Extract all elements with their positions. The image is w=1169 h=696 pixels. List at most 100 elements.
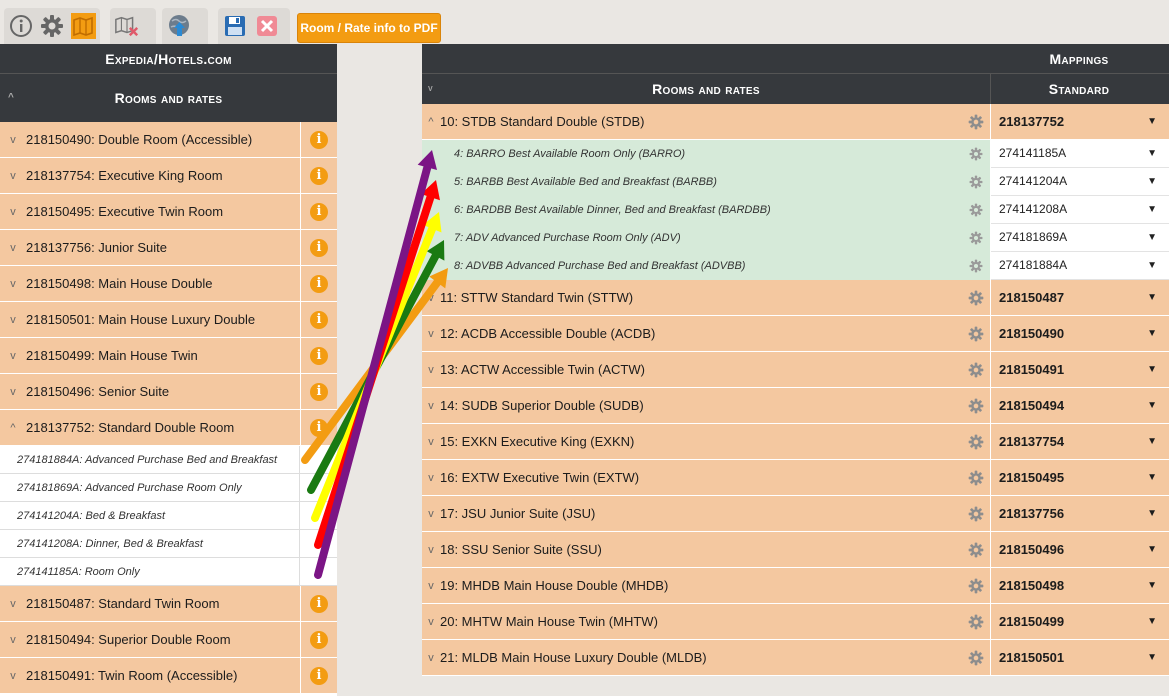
mapping-room-row[interactable]: v 21: MLDB Main House Luxury Double (MLDB… bbox=[422, 639, 1169, 676]
mapping-select[interactable]: 218137754 ▼ bbox=[991, 424, 1169, 460]
source-room-row[interactable]: ^ 218137752: Standard Double Room i bbox=[0, 409, 337, 446]
gear-icon[interactable] bbox=[962, 290, 990, 306]
chevron-down-icon[interactable]: v bbox=[422, 652, 440, 664]
dropdown-arrow-icon[interactable]: ▼ bbox=[1147, 116, 1157, 127]
chevron-down-icon[interactable]: v bbox=[0, 386, 26, 398]
mapping-room-row[interactable]: v 17: JSU Junior Suite (JSU) 218137756 ▼ bbox=[422, 495, 1169, 532]
rate-select[interactable]: 274181884A ▼ bbox=[991, 251, 1169, 280]
dropdown-arrow-icon[interactable]: ▼ bbox=[1147, 204, 1157, 215]
chevron-down-icon[interactable]: v bbox=[0, 670, 26, 682]
close-icon[interactable] bbox=[254, 13, 280, 39]
rate-select[interactable]: 274141204A ▼ bbox=[991, 167, 1169, 196]
chevron-down-icon[interactable]: v bbox=[0, 634, 26, 646]
dropdown-arrow-icon[interactable]: ▼ bbox=[1147, 652, 1157, 663]
dropdown-arrow-icon[interactable]: ▼ bbox=[1147, 580, 1157, 591]
dropdown-arrow-icon[interactable]: ▼ bbox=[1147, 148, 1157, 159]
source-rate-row[interactable]: 274181869A: Advanced Purchase Room Only bbox=[0, 473, 337, 502]
dropdown-arrow-icon[interactable]: ▼ bbox=[1147, 364, 1157, 375]
mapping-select[interactable]: 218150499 ▼ bbox=[991, 604, 1169, 640]
info-button[interactable]: i bbox=[300, 265, 337, 302]
info-icon[interactable] bbox=[8, 13, 33, 39]
mapping-select[interactable]: 218150496 ▼ bbox=[991, 532, 1169, 568]
dropdown-arrow-icon[interactable]: ▼ bbox=[1147, 436, 1157, 447]
chevron-down-icon[interactable]: v bbox=[0, 242, 26, 254]
source-room-row[interactable]: v 218150498: Main House Double i bbox=[0, 265, 337, 302]
chevron-down-icon[interactable]: v bbox=[0, 206, 26, 218]
mapping-select[interactable]: 218150494 ▼ bbox=[991, 388, 1169, 424]
save-icon[interactable] bbox=[222, 13, 248, 39]
source-room-row[interactable]: v 218150491: Twin Room (Accessible) i bbox=[0, 657, 337, 694]
map-icon[interactable] bbox=[70, 13, 96, 39]
mapping-rate-row[interactable]: 7: ADV Advanced Purchase Room Only (ADV)… bbox=[422, 223, 1169, 252]
room-rate-pdf-button[interactable]: Room / Rate info to PDF bbox=[297, 13, 441, 43]
info-button[interactable]: i bbox=[300, 229, 337, 266]
dropdown-arrow-icon[interactable]: ▼ bbox=[1147, 616, 1157, 627]
chevron-down-icon[interactable]: v bbox=[422, 616, 440, 628]
mapping-rate-row[interactable]: 6: BARDBB Best Available Dinner, Bed and… bbox=[422, 195, 1169, 224]
gear-icon[interactable] bbox=[962, 434, 990, 450]
chevron-down-icon[interactable]: v bbox=[0, 314, 26, 326]
dropdown-arrow-icon[interactable]: ▼ bbox=[1147, 472, 1157, 483]
chevron-down-icon[interactable]: v bbox=[422, 292, 440, 304]
info-button[interactable]: i bbox=[300, 337, 337, 374]
chevron-down-icon[interactable]: v bbox=[0, 134, 26, 146]
collapse-all-icon[interactable]: ^ bbox=[8, 74, 14, 122]
mapping-room-row[interactable]: v 14: SUDB Superior Double (SUDB) 21815049… bbox=[422, 387, 1169, 424]
chevron-down-icon[interactable]: v bbox=[0, 598, 26, 610]
chevron-down-icon[interactable]: v bbox=[422, 400, 440, 412]
mapping-room-row[interactable]: v 20: MHTW Main House Twin (MHTW) 21815049… bbox=[422, 603, 1169, 640]
source-room-row[interactable]: v 218137754: Executive King Room i bbox=[0, 157, 337, 194]
info-button[interactable]: i bbox=[300, 585, 337, 622]
mapping-room-row[interactable]: v 11: STTW Standard Twin (STTW) 218150487 ▼ bbox=[422, 279, 1169, 316]
chevron-down-icon[interactable]: v bbox=[0, 170, 26, 182]
mapping-room-row[interactable]: v 13: ACTW Accessible Twin (ACTW) 21815049… bbox=[422, 351, 1169, 388]
dropdown-arrow-icon[interactable]: ▼ bbox=[1147, 232, 1157, 243]
gear-icon[interactable] bbox=[962, 175, 990, 189]
mapping-select[interactable]: 218137752 ▼ bbox=[991, 104, 1169, 140]
gear-icon[interactable] bbox=[962, 114, 990, 130]
source-room-row[interactable]: v 218150499: Main House Twin i bbox=[0, 337, 337, 374]
dropdown-arrow-icon[interactable]: ▼ bbox=[1147, 260, 1157, 271]
chevron-up-icon[interactable]: ^ bbox=[0, 422, 26, 434]
source-room-row[interactable]: v 218150494: Superior Double Room i bbox=[0, 621, 337, 658]
dropdown-arrow-icon[interactable]: ▼ bbox=[1147, 400, 1157, 411]
source-rate-row[interactable]: 274141204A: Bed & Breakfast bbox=[0, 501, 337, 530]
mapping-room-row[interactable]: v 12: ACDB Accessible Double (ACDB) 218150… bbox=[422, 315, 1169, 352]
dropdown-arrow-icon[interactable]: ▼ bbox=[1147, 176, 1157, 187]
chevron-down-icon[interactable]: v bbox=[422, 436, 440, 448]
info-button[interactable]: i bbox=[300, 157, 337, 194]
gear-icon[interactable] bbox=[962, 231, 990, 245]
dropdown-arrow-icon[interactable]: ▼ bbox=[1147, 292, 1157, 303]
dropdown-arrow-icon[interactable]: ▼ bbox=[1147, 508, 1157, 519]
unmap-icon[interactable] bbox=[114, 13, 140, 39]
gear-icon[interactable] bbox=[962, 542, 990, 558]
source-room-row[interactable]: v 218150495: Executive Twin Room i bbox=[0, 193, 337, 230]
chevron-down-icon[interactable]: v bbox=[422, 544, 440, 556]
mapping-room-row[interactable]: v 19: MHDB Main House Double (MHDB) 218150… bbox=[422, 567, 1169, 604]
chevron-down-icon[interactable]: v bbox=[422, 580, 440, 592]
rate-select[interactable]: 274181869A ▼ bbox=[991, 223, 1169, 252]
gear-icon[interactable] bbox=[962, 614, 990, 630]
globe-upload-icon[interactable] bbox=[166, 13, 192, 39]
mapping-select[interactable]: 218150498 ▼ bbox=[991, 568, 1169, 604]
chevron-down-icon[interactable]: v bbox=[422, 472, 440, 484]
mapping-rate-row[interactable]: 8: ADVBB Advanced Purchase Bed and Break… bbox=[422, 251, 1169, 280]
gear-icon[interactable] bbox=[962, 362, 990, 378]
gear-icon[interactable] bbox=[962, 147, 990, 161]
source-room-row[interactable]: v 218150490: Double Room (Accessible) i bbox=[0, 121, 337, 158]
source-room-row[interactable]: v 218150501: Main House Luxury Double i bbox=[0, 301, 337, 338]
info-button[interactable]: i bbox=[300, 657, 337, 694]
mapping-room-row[interactable]: ^ 10: STDB Standard Double (STDB) 21813775… bbox=[422, 103, 1169, 140]
gear-icon[interactable] bbox=[962, 506, 990, 522]
chevron-down-icon[interactable]: v bbox=[422, 508, 440, 520]
mapping-room-row[interactable]: v 18: SSU Senior Suite (SSU) 218150496 ▼ bbox=[422, 531, 1169, 568]
source-rate-row[interactable]: 274141208A: Dinner, Bed & Breakfast bbox=[0, 529, 337, 558]
source-rate-row[interactable]: 274181884A: Advanced Purchase Bed and Br… bbox=[0, 445, 337, 474]
source-rate-row[interactable]: 274141185A: Room Only bbox=[0, 557, 337, 586]
chevron-down-icon[interactable]: v bbox=[0, 278, 26, 290]
gear-icon[interactable] bbox=[962, 578, 990, 594]
gear-icon[interactable] bbox=[962, 203, 990, 217]
info-button[interactable]: i bbox=[300, 193, 337, 230]
gear-icon[interactable] bbox=[962, 259, 990, 273]
dropdown-arrow-icon[interactable]: ▼ bbox=[1147, 328, 1157, 339]
